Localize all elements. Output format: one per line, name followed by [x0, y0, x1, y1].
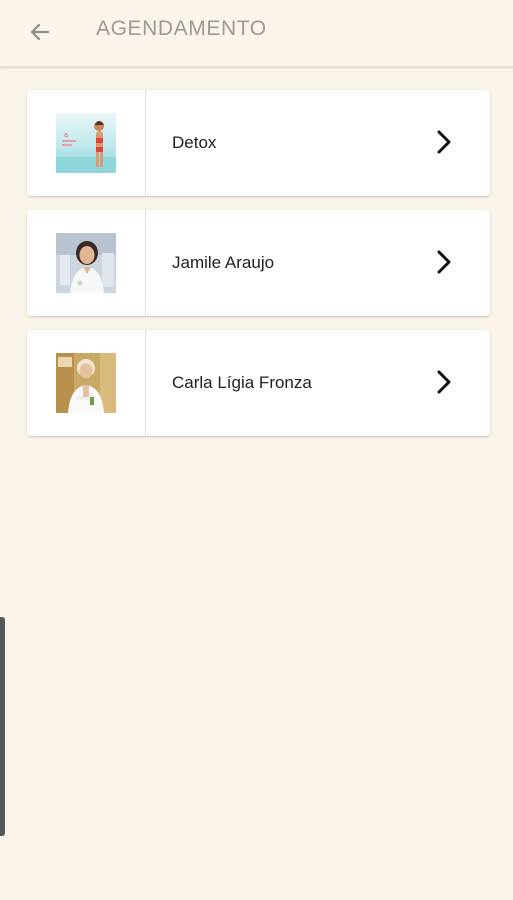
- list-item-carla-ligia-fronza[interactable]: Carla Lígia Fronza: [27, 330, 490, 436]
- back-button[interactable]: [22, 14, 58, 50]
- carla-ligia-fronza-photo: [56, 353, 116, 413]
- thumbnail-cell: [27, 330, 146, 436]
- chevron-right-icon: [434, 128, 454, 156]
- item-label: Carla Lígia Fronza: [172, 373, 312, 392]
- list-item-jamile-araujo[interactable]: Jamile Araujo: [27, 210, 490, 316]
- svg-text:a: a: [64, 131, 68, 139]
- chevron-right-icon: [434, 248, 454, 276]
- thumbnail-cell: [27, 210, 146, 316]
- arrow-left-icon: [28, 20, 52, 44]
- app-bar: AGENDAMENTO: [0, 0, 513, 68]
- chevron-right-icon: [434, 368, 454, 396]
- schedule-list: a Detox Jamile Araujo Carla Lígia Fronza: [27, 90, 490, 450]
- item-label: Detox: [172, 133, 217, 152]
- jamile-araujo-photo: [56, 233, 116, 293]
- detox-thumbnail: a: [56, 113, 116, 173]
- edge-drawer-handle[interactable]: [0, 617, 5, 836]
- item-label: Jamile Araujo: [172, 253, 275, 272]
- scheduling-screen: AGENDAMENTO a Detox Jamile Araujo Carla …: [0, 0, 513, 900]
- list-item-detox[interactable]: a Detox: [27, 90, 490, 196]
- thumbnail-cell: a: [27, 90, 146, 196]
- page-title: AGENDAMENTO: [96, 17, 267, 40]
